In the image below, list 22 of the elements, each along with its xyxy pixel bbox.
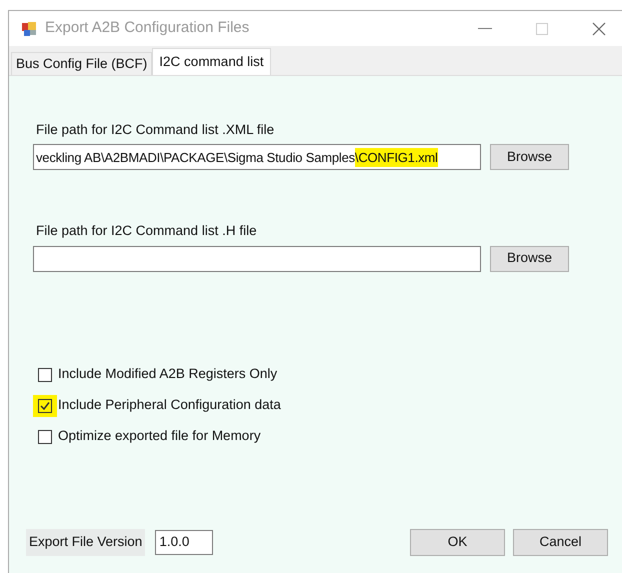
app-icon	[21, 20, 37, 36]
version-field[interactable]: 1.0.0	[155, 530, 214, 555]
field-label: File path for I2C Command list .XML file	[36, 121, 276, 139]
dialog-button[interactable]: Cancel	[513, 529, 608, 556]
file-path-field[interactable]: veckling AB\A2BMADI\PACKAGE\Sigma Studio Samples\CONFIG1.xml	[33, 144, 481, 170]
browse-button[interactable]: Browse	[490, 246, 569, 272]
version-label: Export File Version	[26, 529, 146, 556]
field-label: File path for I2C Command list .H file	[36, 222, 258, 240]
tab[interactable]: I2C command list	[152, 48, 271, 75]
close-icon[interactable]	[592, 22, 606, 36]
checkbox-label[interactable]: Include Modified A2B Registers Only	[58, 364, 278, 385]
dialog-button[interactable]: OK	[410, 529, 505, 556]
minimize-icon[interactable]	[478, 28, 492, 30]
window-title: Export A2B Configuration Files	[45, 18, 250, 38]
checkbox[interactable]	[38, 430, 52, 444]
checkbox-label[interactable]: Optimize exported file for Memory	[58, 426, 261, 447]
file-path-field[interactable]	[33, 246, 481, 272]
checkbox-label[interactable]: Include Peripheral Configuration data	[58, 395, 281, 416]
tab[interactable]: Bus Config File (BCF)	[11, 52, 152, 75]
checkbox[interactable]	[38, 368, 52, 382]
browse-button[interactable]: Browse	[490, 144, 569, 170]
checkbox[interactable]	[38, 398, 52, 412]
